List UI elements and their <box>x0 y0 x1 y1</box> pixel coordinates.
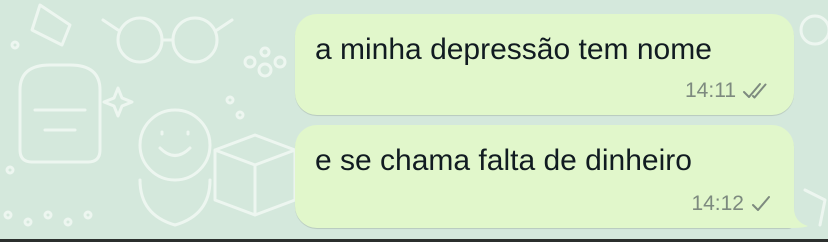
bubble-tail <box>788 208 808 228</box>
message-time: 14:11 <box>685 79 736 102</box>
single-check-icon <box>752 196 770 211</box>
message-meta: 14:11 <box>685 79 772 103</box>
message-text: a minha depressão tem nome <box>315 33 712 66</box>
message-text: e se chama falta de dinheiro <box>315 144 692 177</box>
outgoing-message[interactable]: a minha depressão tem nome 14:11 <box>295 14 794 115</box>
chat-area: a minha depressão tem nome 14:11 e se ch… <box>0 0 828 242</box>
outgoing-message[interactable]: e se chama falta de dinheiro 14:12 <box>295 125 808 228</box>
message-time: 14:12 <box>691 192 744 215</box>
double-check-icon <box>743 83 767 99</box>
message-meta: 14:12 <box>691 192 772 216</box>
